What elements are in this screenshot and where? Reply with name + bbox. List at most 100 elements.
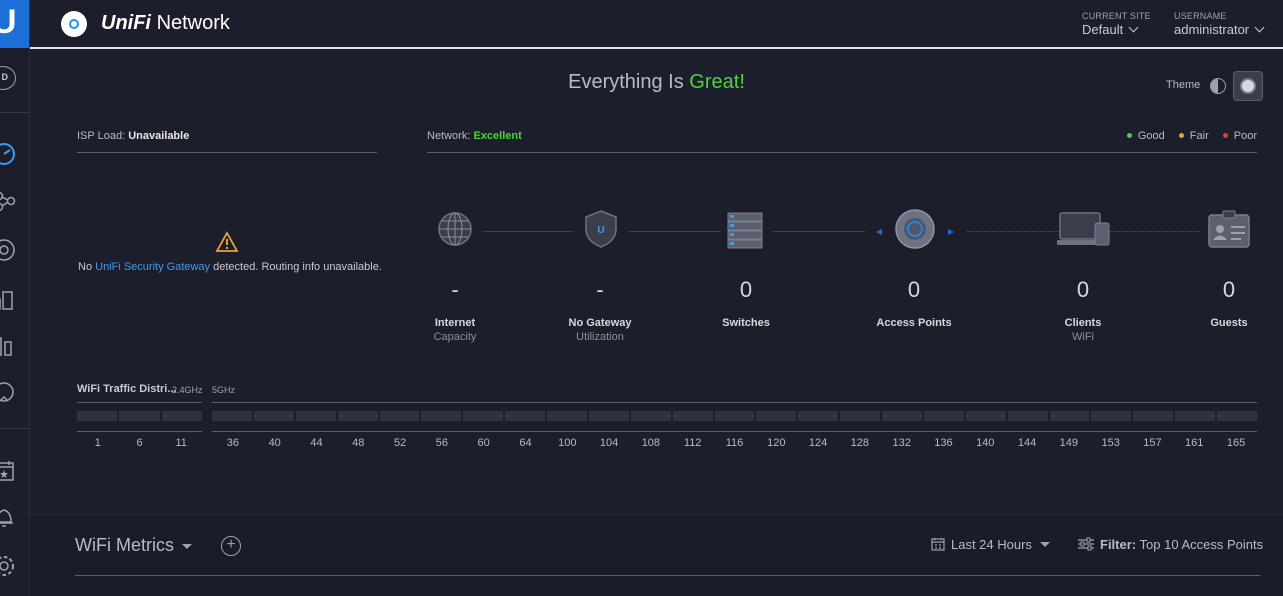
channel-bar: [505, 411, 545, 421]
theme-light-toggle-icon[interactable]: [1210, 78, 1226, 94]
chevron-down-icon: [1254, 22, 1265, 33]
band-24-line: [77, 431, 202, 432]
usg-link[interactable]: UniFi Security Gateway: [95, 261, 210, 273]
chevron-down-icon: [1128, 22, 1139, 33]
channel-number: 36: [226, 437, 240, 449]
top-bar: UniFi Network CURRENT SITE Default USERN…: [30, 0, 1283, 49]
channel-bar: [923, 411, 964, 421]
warning-icon: [215, 231, 239, 252]
calendar-icon: [931, 538, 945, 551]
devices-icon[interactable]: [0, 237, 18, 263]
warning-prefix: No: [78, 261, 93, 273]
channel-number: 153: [1101, 437, 1120, 449]
metric-label: Guests: [1210, 317, 1248, 329]
channel-bar: [1133, 411, 1174, 421]
brand-prefix: UniFi: [101, 12, 151, 34]
channel-number: 120: [767, 437, 786, 449]
metric-guests: 0 Guests: [1169, 277, 1283, 331]
metric-value: 0: [1222, 277, 1236, 302]
channel-bar: [77, 411, 118, 421]
metric-sublabel: Capacity: [433, 331, 477, 343]
settings-gear-icon[interactable]: [0, 553, 18, 579]
metric-sublabel: Utilization: [576, 331, 624, 343]
metric-label: No Gateway: [568, 317, 632, 329]
channel-number: 100: [558, 437, 577, 449]
channel-number: 116: [725, 437, 744, 449]
topology-link: [1105, 231, 1200, 232]
channel-number: 157: [1143, 437, 1162, 449]
metric-switches: 0 Switches: [686, 277, 806, 331]
channel-number: 6: [136, 437, 143, 449]
channel-bar: [295, 411, 336, 421]
legend-dot: [1126, 133, 1132, 138]
unifi-logo[interactable]: U: [0, 0, 29, 48]
wifi-metrics-divider: [75, 575, 1260, 576]
legend-label: Good: [1137, 130, 1165, 142]
alerts-icon[interactable]: [0, 504, 18, 530]
sidebar-divider: [0, 428, 29, 429]
time-range-select[interactable]: Last 24 Hours: [931, 537, 1050, 552]
channel-number: 108: [641, 437, 661, 449]
channel-number: 40: [268, 437, 281, 449]
insights-icon[interactable]: [0, 333, 18, 359]
band-5-label: 5GHz: [212, 385, 236, 395]
dashboard-icon[interactable]: [0, 141, 18, 167]
laptop-icon[interactable]: [1055, 209, 1111, 249]
legend-label: Poor: [1233, 130, 1257, 142]
metric-access-points: 0 Access Points: [854, 277, 974, 331]
isp-load-header: ISP Load: Unavailable: [77, 130, 377, 153]
network-value: Excellent: [473, 130, 522, 142]
channel-bar: [630, 411, 671, 421]
band-5-channel-numbers: 36 40 44 48 52 56 60 64 100 104 108 112 116 120 124 128…: [212, 437, 1257, 449]
switch-icon[interactable]: [726, 209, 764, 249]
username-label: USERNAME: [1174, 11, 1227, 21]
channel-bar: [1217, 411, 1257, 421]
isp-load-value: Unavailable: [128, 130, 190, 142]
dashboard-main: Everything Is Great! Theme ISP Load: Una…: [30, 51, 1283, 596]
map-icon[interactable]: [0, 380, 18, 406]
topology-icon[interactable]: [0, 188, 18, 214]
metric-clients: 0 Clients WiFi: [1023, 277, 1143, 343]
current-site-label: CURRENT SITE: [1082, 11, 1151, 21]
caret-down-icon: [181, 544, 192, 549]
channel-number: 144: [1017, 437, 1037, 449]
time-range-value: Last 24 Hours: [951, 537, 1032, 552]
channel-number: 140: [976, 437, 995, 449]
access-point-icon[interactable]: [870, 209, 960, 249]
channel-bar: [379, 411, 420, 421]
events-icon[interactable]: [0, 458, 18, 484]
username-select[interactable]: administrator: [1174, 22, 1265, 37]
warning-suffix: detected. Routing info unavailable.: [213, 261, 382, 273]
add-metric-button[interactable]: +: [221, 536, 241, 556]
topology-link: [483, 231, 573, 232]
channel-number: 161: [1185, 437, 1204, 449]
status-highlight: Great!: [689, 71, 745, 93]
channel-bar: [588, 411, 629, 421]
channel-bar: [965, 411, 1006, 421]
channel-bar: [798, 411, 839, 421]
legend-dot: [1222, 133, 1228, 138]
status-title: Everything Is Great!: [30, 71, 1283, 94]
metric-gateway: - No Gateway Utilization: [540, 277, 660, 343]
isp-load-label: ISP Load:: [77, 130, 126, 142]
legend-poor: Poor: [1222, 130, 1257, 142]
channel-number: 56: [435, 437, 448, 449]
topology-link: [629, 231, 721, 232]
wifi-metrics-dropdown[interactable]: WiFi Metrics: [75, 535, 192, 556]
filter-select[interactable]: Filter: Top 10 Access Points: [1078, 537, 1263, 552]
brand-logo-icon: [61, 11, 87, 37]
metric-label: Clients: [1064, 317, 1102, 329]
guest-badge-icon[interactable]: [1207, 209, 1251, 249]
brand-title: UniFi Network: [101, 12, 230, 35]
channel-bar: [840, 411, 880, 421]
site-badge[interactable]: D: [0, 66, 16, 90]
band-24-label: 2.4GHz: [172, 385, 203, 395]
channel-number: 104: [599, 437, 619, 449]
shield-icon[interactable]: U: [583, 209, 619, 249]
current-site-select[interactable]: Default: [1082, 22, 1139, 37]
legend-dot: [1178, 133, 1184, 138]
statistics-icon[interactable]: [0, 287, 18, 313]
channel-number: 124: [808, 437, 828, 449]
globe-icon[interactable]: [437, 209, 473, 249]
theme-dark-toggle-button[interactable]: [1233, 71, 1263, 101]
